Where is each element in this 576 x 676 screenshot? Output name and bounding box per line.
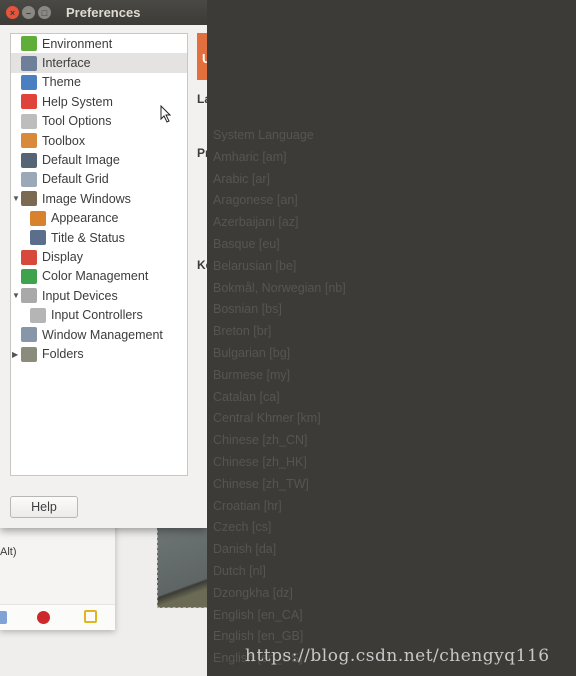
tree-item[interactable]: Window Management	[11, 325, 187, 344]
tree-item[interactable]: Color Management	[11, 267, 187, 286]
close-button[interactable]: ×	[6, 6, 19, 19]
minimize-button[interactable]: –	[22, 6, 35, 19]
reset-icon[interactable]	[84, 610, 97, 623]
tree-item[interactable]: Interface	[11, 53, 187, 73]
language-option[interactable]: Chinese [zh_CN]	[213, 433, 308, 447]
language-option[interactable]: Chinese [zh_TW]	[213, 477, 309, 491]
maximize-button[interactable]: □	[38, 6, 51, 19]
toolbox-icon	[21, 133, 37, 149]
language-option[interactable]: Basque [eu]	[213, 237, 280, 251]
tree-item-label: Color Management	[42, 269, 149, 284]
display-icon	[21, 249, 37, 265]
document-icon[interactable]	[0, 611, 7, 624]
section-label: Ke	[197, 258, 207, 272]
language-option[interactable]: Azerbaijani [az]	[213, 215, 298, 229]
tree-item[interactable]: Default Image	[11, 150, 187, 169]
folder-icon	[21, 346, 37, 362]
tree-item[interactable]: Title & Status	[11, 228, 187, 247]
watermark: https://blog.csdn.net/chengyq116	[245, 646, 550, 666]
tree-item-label: Title & Status	[51, 230, 125, 245]
mouse-cursor-icon	[160, 105, 172, 123]
appearance-icon	[30, 210, 46, 226]
expander-open-icon[interactable]: ▼	[12, 291, 20, 300]
shortcut-text: Alt)	[0, 546, 17, 558]
tree-item-label: Display	[42, 250, 83, 265]
environment-icon	[21, 36, 37, 52]
language-option[interactable]: Dzongkha [dz]	[213, 586, 293, 600]
language-option[interactable]: English [en_GB]	[213, 629, 303, 643]
language-option[interactable]: Croatian [hr]	[213, 499, 282, 513]
tree-item-label: Tool Options	[42, 114, 112, 129]
tree-item-label: Interface	[42, 56, 91, 71]
interface-icon	[21, 55, 37, 71]
tree-item[interactable]: Toolbox	[11, 131, 187, 150]
tree-item[interactable]: ▼ Input Devices	[11, 286, 187, 305]
title-status-icon	[30, 230, 46, 246]
tree-item-label: Default Image	[42, 153, 120, 168]
tree-item-label: Input Devices	[42, 288, 118, 303]
grid-icon	[21, 171, 37, 187]
section-label: La	[197, 92, 207, 106]
language-option[interactable]: Czech [cs]	[213, 520, 271, 534]
tree-item[interactable]: ▶ Folders	[11, 344, 187, 363]
tree-item[interactable]: Appearance	[11, 209, 187, 228]
cancel-icon[interactable]	[37, 611, 50, 624]
window-management-icon	[21, 327, 37, 343]
language-option[interactable]: Bokmål, Norwegian [nb]	[213, 281, 346, 295]
language-option[interactable]: Breton [br]	[213, 324, 271, 338]
help-button[interactable]: Help	[10, 496, 78, 518]
language-option[interactable]: Chinese [zh_HK]	[213, 455, 307, 469]
section-label: Pr	[197, 146, 207, 160]
tree-item[interactable]: Display	[11, 247, 187, 266]
image-windows-icon	[21, 191, 37, 207]
title-bar: × – □ Preferences	[0, 0, 207, 25]
tree-item-label: Default Grid	[42, 172, 109, 187]
language-option[interactable]: Amharic [am]	[213, 150, 287, 164]
language-option[interactable]: Aragonese [an]	[213, 193, 298, 207]
tree-item-label: Theme	[42, 75, 81, 90]
tree-item[interactable]: Input Controllers	[11, 306, 187, 325]
lifebuoy-icon	[21, 94, 37, 110]
default-image-icon	[21, 152, 37, 168]
tree-item-label: Appearance	[51, 211, 119, 226]
language-option[interactable]: Belarusian [be]	[213, 259, 296, 273]
tree-item-label: Help System	[42, 94, 113, 109]
tree-item-label: Toolbox	[42, 133, 86, 148]
language-option[interactable]: English [en_CA]	[213, 608, 303, 622]
tree-item-label: Window Management	[42, 327, 163, 342]
language-option[interactable]: System Language	[213, 128, 314, 142]
expander-open-icon[interactable]: ▼	[12, 194, 20, 203]
tree-item-label: Input Controllers	[51, 308, 143, 323]
tree-item[interactable]: Theme	[11, 73, 187, 92]
tree-item-label: Folders	[42, 347, 84, 362]
tree-item-label: Image Windows	[42, 191, 131, 206]
window-title: Preferences	[66, 5, 141, 20]
language-option[interactable]: Burmese [my]	[213, 368, 290, 382]
expander-closed-icon[interactable]: ▶	[12, 350, 18, 359]
settings-pane: U La Pr Ke	[187, 25, 207, 528]
preferences-window: × – □ Preferences Environment Interface Th…	[0, 0, 207, 528]
language-option[interactable]: Catalan [ca]	[213, 390, 280, 404]
language-option[interactable]: Bulgarian [bg]	[213, 346, 290, 360]
language-option[interactable]: Bosnian [bs]	[213, 302, 282, 316]
language-option[interactable]: Danish [da]	[213, 542, 276, 556]
tree-item-label: Environment	[42, 36, 113, 51]
language-dropdown[interactable]: System Language Amharic [am] Arabic [ar] Ar…	[207, 0, 576, 676]
language-option[interactable]: Arabic [ar]	[213, 172, 270, 186]
language-option[interactable]: Central Khmer [km]	[213, 411, 321, 425]
theme-icon	[21, 74, 37, 90]
dialog-button-bar	[0, 604, 115, 630]
input-controllers-icon	[30, 307, 46, 323]
color-management-icon	[21, 268, 37, 284]
language-option[interactable]: Dutch [nl]	[213, 564, 266, 578]
tree-item[interactable]: Default Grid	[11, 170, 187, 189]
input-devices-icon	[21, 288, 37, 304]
category-tree[interactable]: Environment Interface Theme Help System Tool…	[10, 33, 188, 476]
tree-item[interactable]: Environment	[11, 34, 187, 53]
tool-options-icon	[21, 113, 37, 129]
section-header: U	[197, 33, 207, 80]
tree-item[interactable]: ▼ Image Windows	[11, 189, 187, 208]
